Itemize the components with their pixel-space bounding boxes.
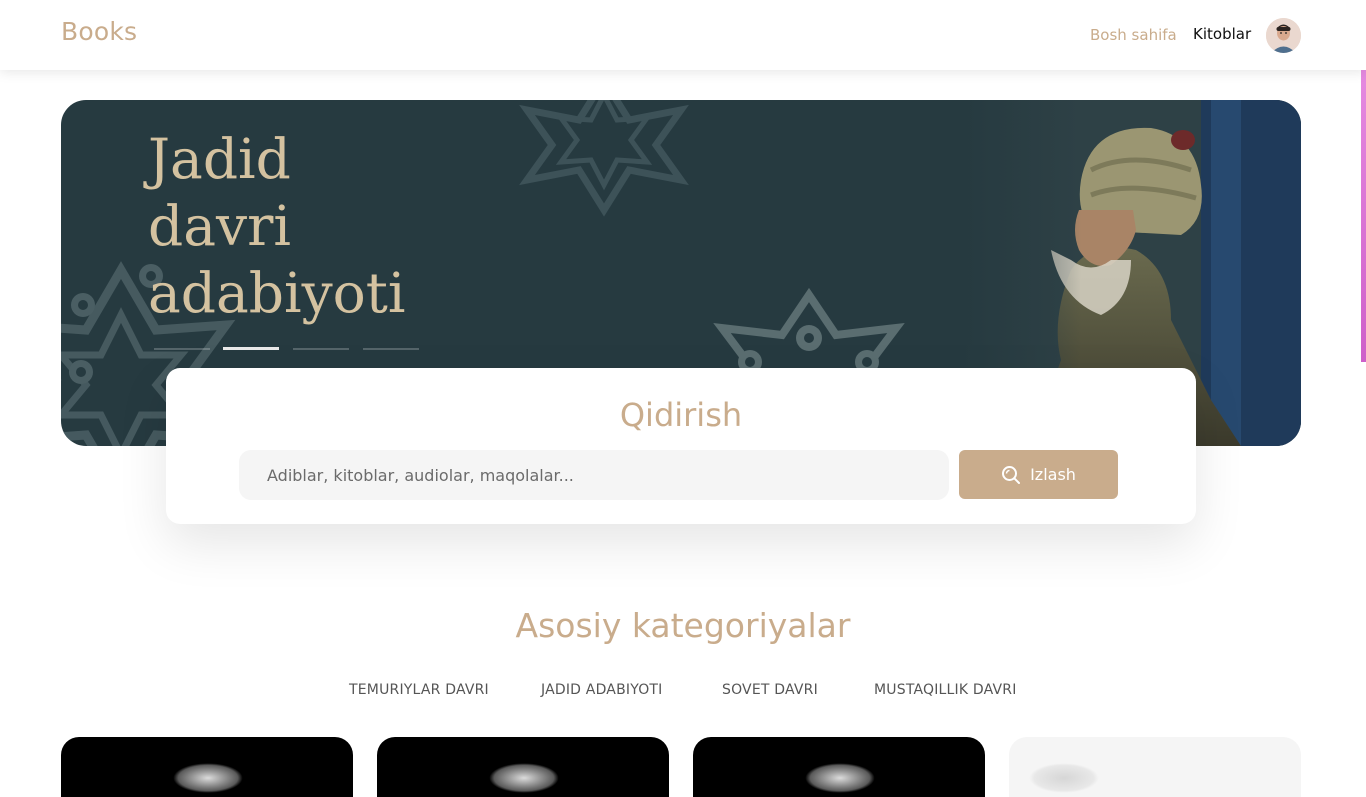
tab-jadid-adabiyoti[interactable]: JADID ADABIYOTI	[541, 682, 663, 698]
search-button[interactable]: Izlash	[959, 450, 1118, 499]
tab-temuriylar-davri[interactable]: TEMURIYLAR DAVRI	[349, 682, 489, 698]
brand-logo[interactable]: Books	[61, 17, 137, 46]
navbar: Books Bosh sahifa Kitoblar	[0, 0, 1366, 70]
scrollbar-thumb[interactable]	[1361, 70, 1366, 362]
nav-link-books[interactable]: Kitoblar	[1193, 25, 1251, 43]
author-card[interactable]	[693, 737, 985, 797]
author-card[interactable]	[1009, 737, 1301, 797]
author-card[interactable]	[61, 737, 353, 797]
tab-mustaqillik-davri[interactable]: MUSTAQILLIK DAVRI	[874, 682, 1017, 698]
carousel-indicator-1[interactable]	[154, 348, 210, 350]
author-card[interactable]	[377, 737, 669, 797]
user-avatar[interactable]	[1266, 18, 1301, 53]
nav-link-home[interactable]: Bosh sahifa	[1090, 26, 1177, 44]
carousel-indicator-4[interactable]	[363, 348, 419, 350]
user-avatar-icon	[1266, 18, 1301, 53]
tab-sovet-davri[interactable]: SOVET DAVRI	[722, 682, 818, 698]
search-input[interactable]	[239, 450, 949, 500]
search-icon	[1002, 465, 1021, 484]
carousel-indicator-3[interactable]	[293, 348, 349, 350]
search-card: Qidirish Izlash	[166, 368, 1196, 524]
carousel-indicator-2[interactable]	[223, 347, 279, 350]
search-title: Qidirish	[619, 396, 743, 434]
hero-title: Jadid davri adabiyoti	[148, 127, 406, 325]
categories-title: Asosiy kategoriyalar	[515, 606, 851, 645]
search-button-label: Izlash	[1030, 465, 1076, 484]
